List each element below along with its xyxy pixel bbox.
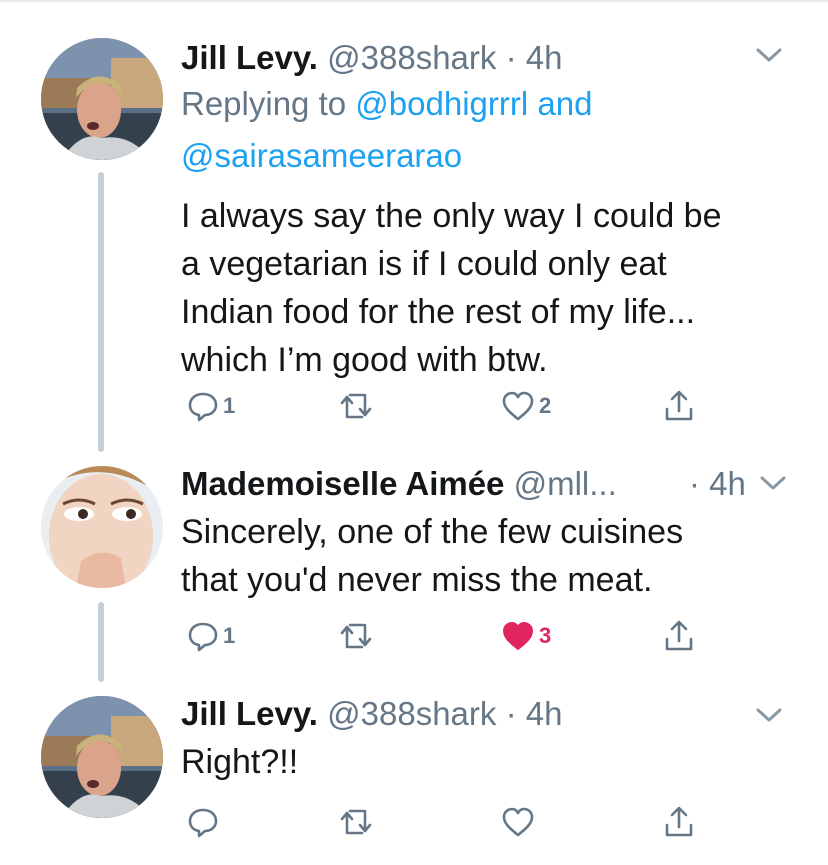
- tweet-actions: 1 3: [181, 616, 741, 656]
- thread-connector-1: [98, 172, 104, 452]
- like-button[interactable]: [501, 802, 539, 842]
- replying-to: Replying to @bodhigrrrl and: [181, 78, 788, 130]
- reply-icon: [188, 392, 218, 422]
- thread-connector-2: [98, 602, 104, 682]
- tweet-actions: 1 2: [181, 386, 741, 426]
- share-icon: [665, 390, 693, 421]
- reply-icon: [188, 622, 218, 652]
- like-count: 2: [539, 393, 552, 418]
- tweet-text-line: I always say the only way I could be: [181, 197, 722, 235]
- tweet-header: Mademoiselle Aimée @mll... · 4h: [181, 464, 788, 504]
- heart-icon: [502, 391, 534, 421]
- share-button[interactable]: [663, 802, 695, 842]
- avatar-jill[interactable]: [41, 38, 163, 160]
- mention-link[interactable]: @bodhigrrrl: [355, 85, 528, 122]
- heart-icon: [502, 807, 534, 837]
- mention-link[interactable]: @sairasameerarao: [181, 130, 788, 182]
- chevron-down-icon[interactable]: [750, 700, 788, 730]
- retweet-button[interactable]: [338, 802, 378, 842]
- share-icon: [665, 806, 693, 837]
- author-name[interactable]: Jill Levy.: [181, 695, 318, 732]
- heart-filled-icon: [503, 622, 533, 650]
- tweet-1[interactable]: Jill Levy. @388shark · 4h Replying to @b…: [0, 0, 828, 460]
- retweet-icon: [340, 623, 372, 649]
- share-button[interactable]: [663, 386, 695, 426]
- tweet-text: Right?!!: [181, 738, 788, 786]
- author-handle[interactable]: @388shark: [327, 695, 496, 732]
- tweet-text-line: that you'd never miss the meat.: [181, 561, 653, 599]
- like-button[interactable]: 3: [501, 616, 551, 656]
- reply-icon: [188, 808, 218, 838]
- avatar-jill[interactable]: [41, 696, 163, 818]
- reply-count: 1: [223, 623, 236, 648]
- retweet-icon: [340, 809, 372, 835]
- timestamp[interactable]: · 4h: [689, 464, 746, 504]
- like-count: 3: [539, 623, 552, 648]
- tweet-header: Jill Levy. @388shark · 4h: [181, 694, 788, 734]
- tweet-header: Jill Levy. @388shark · 4h: [181, 38, 788, 78]
- author-name[interactable]: Mademoiselle Aimée: [181, 465, 504, 502]
- tweet-text-line: which I’m good with btw.: [181, 341, 548, 379]
- author-name[interactable]: Jill Levy.: [181, 39, 318, 76]
- chevron-down-icon[interactable]: [754, 468, 792, 498]
- share-button[interactable]: [663, 616, 695, 656]
- tweet-3[interactable]: Jill Levy. @388shark · 4h Right?!!: [0, 690, 828, 865]
- timestamp[interactable]: · 4h: [506, 695, 563, 732]
- replying-label: Replying to: [181, 85, 347, 122]
- reply-button[interactable]: [187, 802, 223, 842]
- tweet-text-line: Indian food for the rest of my life...: [181, 293, 696, 331]
- tweet-text-line: Right?!!: [181, 743, 299, 781]
- retweet-icon: [340, 393, 372, 419]
- like-button[interactable]: 2: [501, 386, 551, 426]
- retweet-button[interactable]: [338, 616, 378, 656]
- author-handle[interactable]: @388shark: [327, 39, 496, 76]
- avatar-aimee[interactable]: [41, 466, 163, 588]
- tweet-2[interactable]: Mademoiselle Aimée @mll... · 4h Sincerel…: [0, 460, 828, 690]
- tweet-text-line: a vegetarian is if I could only eat: [181, 245, 667, 283]
- author-handle[interactable]: @mll...: [514, 465, 617, 502]
- reply-button[interactable]: 1: [187, 616, 235, 656]
- reply-count: 1: [223, 393, 236, 418]
- chevron-down-icon[interactable]: [750, 40, 788, 70]
- tweet-text: I always say the only way I could be a v…: [181, 192, 788, 384]
- timestamp[interactable]: · 4h: [506, 39, 563, 76]
- tweet-actions: [181, 802, 741, 842]
- share-icon: [665, 620, 693, 651]
- tweet-text-line: Sincerely, one of the few cuisines: [181, 513, 684, 551]
- reply-button[interactable]: 1: [187, 386, 235, 426]
- retweet-button[interactable]: [338, 386, 378, 426]
- and-others-link[interactable]: and: [537, 85, 592, 122]
- tweet-text: Sincerely, one of the few cuisines that …: [181, 508, 788, 604]
